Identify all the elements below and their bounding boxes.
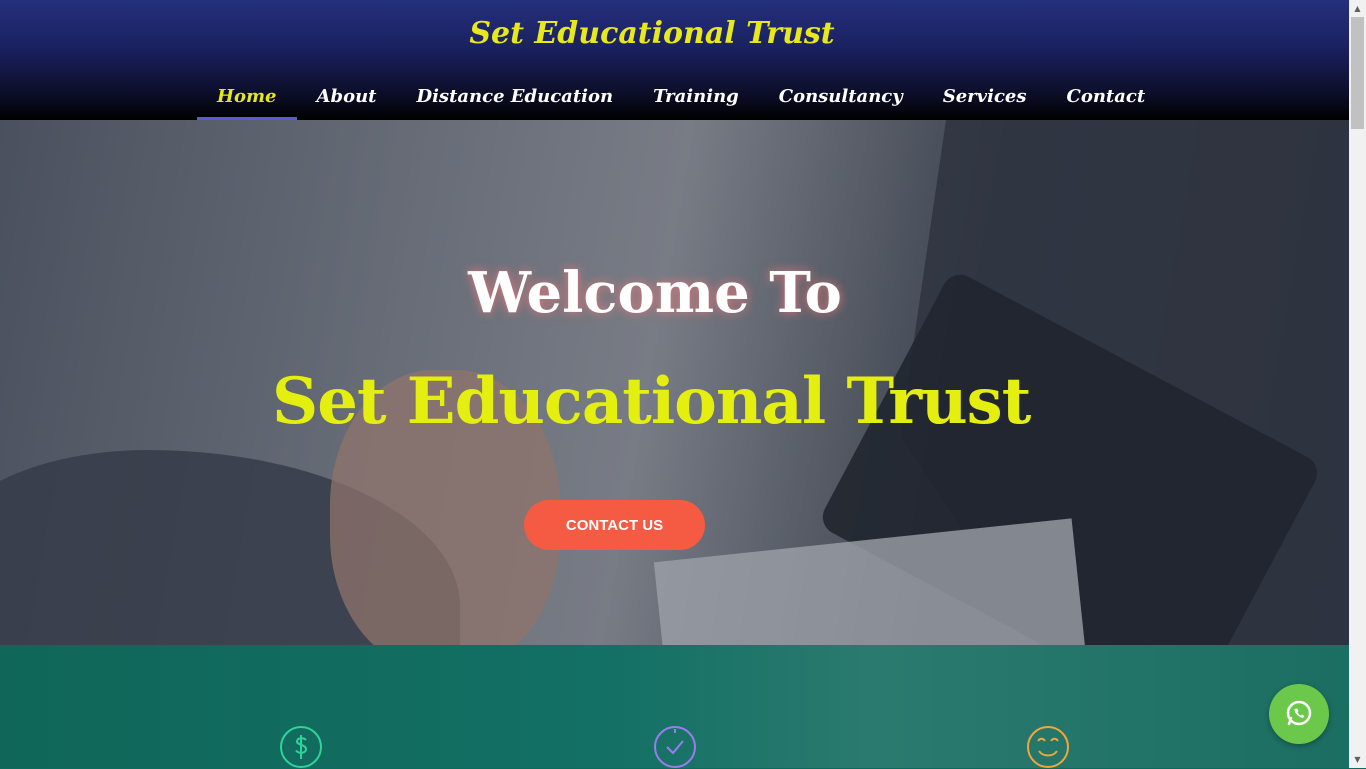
whatsapp-button[interactable] [1269,684,1329,744]
nav-services[interactable]: Services [923,80,1047,120]
site-header: Set Educational Trust Home About Distanc… [0,0,1349,120]
hero-title: Set Educational Trust [272,364,1031,439]
scroll-down-arrow-icon[interactable]: ▼ [1349,751,1366,768]
scroll-thumb[interactable] [1351,17,1364,129]
clock-icon [654,726,696,768]
nav-about[interactable]: About [297,80,397,120]
hero-banner: Welcome To Set Educational Trust CONTACT… [0,120,1349,645]
scroll-up-arrow-icon[interactable]: ▲ [1349,0,1366,17]
main-nav: Home About Distance Education Training C… [197,80,1165,120]
nav-training[interactable]: Training [633,80,759,120]
site-brand[interactable]: Set Educational Trust [0,16,1304,51]
features-section [0,645,1349,768]
nav-consultancy[interactable]: Consultancy [759,80,923,120]
hero-welcome: Welcome To [468,260,842,326]
smiley-icon [1027,726,1069,768]
whatsapp-icon [1286,700,1312,726]
nav-contact[interactable]: Contact [1047,80,1166,120]
nav-distance-education[interactable]: Distance Education [396,80,633,120]
dollar-icon [280,726,322,768]
page-scrollbar[interactable]: ▲ ▼ [1349,0,1366,768]
nav-home[interactable]: Home [197,80,297,120]
contact-us-button[interactable]: CONTACT US [524,500,705,550]
